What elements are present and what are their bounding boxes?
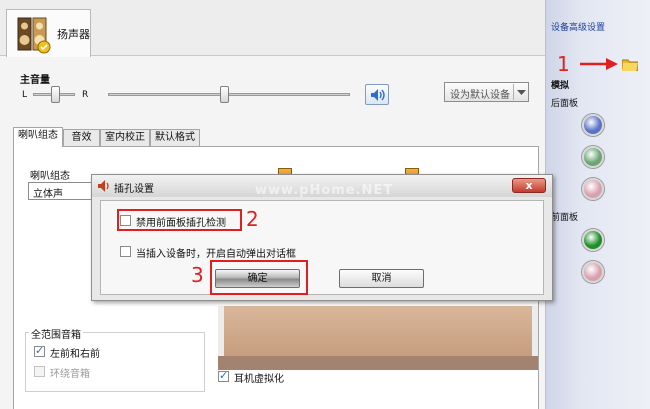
watermark: www.pHome.NET [255, 183, 394, 198]
speaker-device-tab[interactable]: 扬声器 [6, 9, 91, 57]
auto-popup-checkbox[interactable] [120, 246, 131, 257]
speaker-icon [17, 17, 51, 54]
surround-checkbox[interactable] [34, 366, 45, 377]
headphone-virtualization-checkbox[interactable] [218, 369, 229, 382]
full-range-title: 全范围音箱 [29, 326, 83, 341]
chevron-down-icon [513, 84, 528, 100]
rear-jack-blue[interactable] [582, 114, 604, 136]
volume-icon [371, 89, 385, 101]
front-jack-green[interactable] [582, 229, 604, 251]
annotation-box-2 [117, 209, 242, 231]
front-jack-pink[interactable] [582, 261, 604, 283]
balance-right-label: R [82, 90, 89, 100]
speaker-config-select[interactable]: 立体声 [28, 182, 96, 200]
speaker-config-label: 喇叭组态 [30, 171, 70, 182]
mute-button[interactable] [365, 84, 389, 105]
volume-slider-track[interactable] [108, 93, 350, 96]
dialog-title: 插孔设置 [114, 184, 154, 195]
speaker-config-value: 立体声 [33, 189, 63, 200]
full-range-group [25, 332, 205, 392]
annotation-arrow-icon [580, 58, 618, 70]
balance-slider-thumb[interactable] [51, 86, 60, 103]
tab-room-correction[interactable]: 室内校正 [100, 129, 150, 146]
annotation-box-3 [210, 260, 308, 295]
set-default-device-label: 设为默认设备 [450, 90, 510, 101]
front-lr-label: 左前和右前 [50, 349, 100, 360]
annotation-number-2: 2 [246, 207, 259, 231]
front-lr-checkbox[interactable] [34, 344, 45, 357]
balance-left-label: L [22, 90, 28, 100]
auto-popup-label: 当插入设备时，开启自动弹出对话框 [136, 249, 296, 260]
speaker-small-icon [98, 180, 109, 192]
analog-title: 模拟 [551, 81, 570, 91]
front-panel-title: 前面板 [551, 213, 579, 223]
cancel-button[interactable]: 取消 [339, 269, 424, 288]
volume-slider-thumb[interactable] [220, 86, 229, 103]
tab-sound-effects[interactable]: 音效 [63, 129, 100, 146]
tab-speaker-config[interactable]: 喇叭组态 [13, 127, 63, 147]
rear-panel-title: 后面板 [551, 99, 579, 109]
device-tab-strip: 扬声器 [0, 0, 545, 57]
room-stage-base [218, 356, 538, 370]
advanced-device-settings-link[interactable]: 设备高级设置 [551, 20, 605, 33]
rear-jack-green[interactable] [582, 146, 604, 168]
folder-icon[interactable] [622, 58, 638, 71]
annotation-number-1: 1 [557, 52, 570, 76]
rear-jack-pink[interactable] [582, 178, 604, 200]
annotation-number-3: 3 [191, 263, 204, 287]
main-volume-title: 主音量 [20, 75, 50, 86]
close-button[interactable]: x [512, 178, 546, 193]
set-default-device-dropdown[interactable]: 设为默认设备 [444, 82, 529, 102]
headphone-virtualization-label: 耳机虚拟化 [234, 374, 284, 385]
tab-default-format[interactable]: 默认格式 [150, 129, 200, 146]
surround-label: 环绕音箱 [50, 369, 90, 380]
device-tab-label: 扬声器 [57, 28, 90, 41]
